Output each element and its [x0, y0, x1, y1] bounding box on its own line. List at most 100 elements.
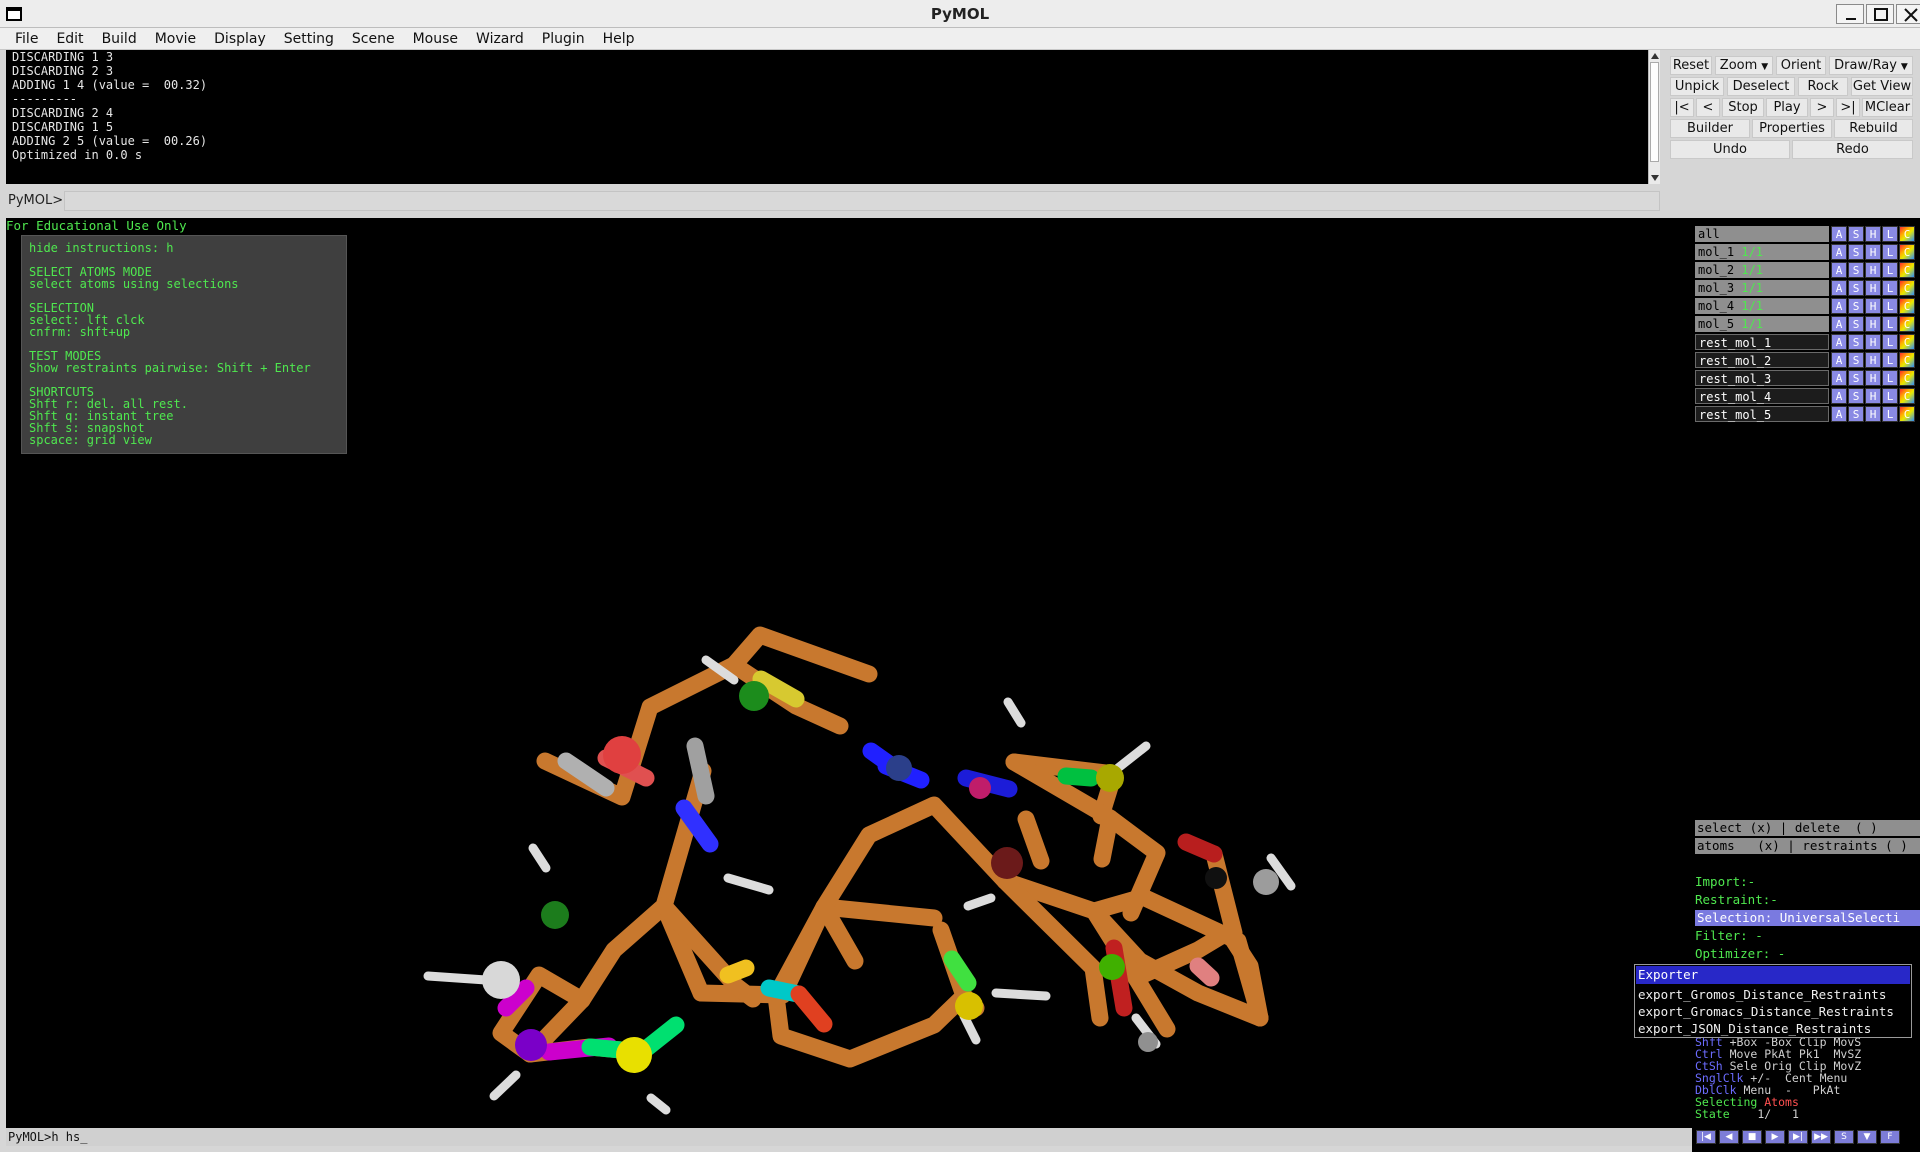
object-c-button[interactable]: C — [1899, 298, 1915, 314]
object-c-button[interactable]: C — [1899, 406, 1915, 422]
deselect-button[interactable]: Deselect — [1727, 77, 1795, 96]
first-frame-button[interactable]: |< — [1670, 98, 1694, 117]
object-l-button[interactable]: L — [1882, 280, 1898, 296]
object-name[interactable]: mol_1 1/1 — [1695, 244, 1829, 260]
object-row[interactable]: all A S H L C — [1695, 226, 1919, 242]
object-h-button[interactable]: H — [1865, 334, 1881, 350]
object-a-button[interactable]: A — [1831, 406, 1847, 422]
object-s-button[interactable]: S — [1848, 262, 1864, 278]
object-s-button[interactable]: S — [1848, 280, 1864, 296]
menu-file[interactable]: File — [6, 31, 47, 47]
object-name[interactable]: mol_4 1/1 — [1695, 298, 1829, 314]
object-c-button[interactable]: C — [1899, 316, 1915, 332]
object-h-button[interactable]: H — [1865, 406, 1881, 422]
object-name[interactable]: all — [1695, 226, 1829, 242]
object-c-button[interactable]: C — [1899, 244, 1915, 260]
menu-setting[interactable]: Setting — [275, 31, 343, 47]
close-button[interactable] — [1896, 4, 1920, 24]
object-h-button[interactable]: H — [1865, 244, 1881, 260]
next-frame-icon[interactable]: ▶| — [1788, 1130, 1808, 1144]
object-row[interactable]: mol_1 1/1 A S H L C — [1695, 244, 1919, 260]
first-frame-icon[interactable]: |◀ — [1696, 1130, 1716, 1144]
object-a-button[interactable]: A — [1831, 316, 1847, 332]
object-l-button[interactable]: L — [1882, 370, 1898, 386]
menu-plugin[interactable]: Plugin — [533, 31, 594, 47]
menu-build[interactable]: Build — [93, 31, 146, 47]
object-row[interactable]: mol_3 1/1 A S H L C — [1695, 280, 1919, 296]
menu-scene[interactable]: Scene — [343, 31, 404, 47]
wizard-restraint[interactable]: Restraint:- — [1695, 892, 1778, 907]
redo-button[interactable]: Redo — [1792, 140, 1913, 159]
menu-movie[interactable]: Movie — [146, 31, 205, 47]
object-name[interactable]: mol_5 1/1 — [1695, 316, 1829, 332]
object-c-button[interactable]: C — [1899, 388, 1915, 404]
object-name[interactable]: rest_mol_2 — [1695, 352, 1829, 368]
stop-icon[interactable]: ■ — [1742, 1130, 1762, 1144]
object-s-button[interactable]: S — [1848, 370, 1864, 386]
wizard-mode-row[interactable]: select (x) | delete ( ) — [1695, 820, 1920, 836]
object-a-button[interactable]: A — [1831, 262, 1847, 278]
reset-button[interactable]: Reset — [1670, 56, 1712, 75]
object-row[interactable]: rest_mol_4 A S H L C — [1695, 388, 1919, 404]
mclear-button[interactable]: MClear — [1862, 98, 1913, 117]
scrollbar-thumb[interactable] — [1650, 62, 1659, 162]
menu-display[interactable]: Display — [205, 31, 275, 47]
properties-button[interactable]: Properties — [1752, 119, 1832, 138]
bottom-command-line[interactable]: PyMOL>h hs_ — [6, 1128, 1692, 1146]
next-frame-button[interactable]: > — [1810, 98, 1834, 117]
object-name[interactable]: rest_mol_5 — [1695, 406, 1829, 422]
object-a-button[interactable]: A — [1831, 388, 1847, 404]
object-c-button[interactable]: C — [1899, 334, 1915, 350]
object-l-button[interactable]: L — [1882, 388, 1898, 404]
export-gromacs-item[interactable]: export_Gromacs_Distance_Restraints — [1638, 1004, 1894, 1019]
command-input[interactable] — [64, 191, 1660, 211]
object-s-button[interactable]: S — [1848, 352, 1864, 368]
object-name[interactable]: rest_mol_3 — [1695, 370, 1829, 386]
object-l-button[interactable]: L — [1882, 352, 1898, 368]
export-json-item[interactable]: export_JSON_Distance_Restraints — [1638, 1021, 1871, 1036]
object-h-button[interactable]: H — [1865, 388, 1881, 404]
object-h-button[interactable]: H — [1865, 262, 1881, 278]
play-icon[interactable]: ▶ — [1765, 1130, 1785, 1144]
fullscreen-icon[interactable]: F — [1880, 1130, 1900, 1144]
prev-frame-button[interactable]: < — [1696, 98, 1720, 117]
maximize-button[interactable] — [1866, 4, 1894, 24]
wizard-filter[interactable]: Filter: - — [1695, 928, 1763, 943]
menu-wizard[interactable]: Wizard — [467, 31, 533, 47]
object-s-button[interactable]: S — [1848, 406, 1864, 422]
orient-button[interactable]: Orient — [1776, 56, 1826, 75]
scroll-down-icon[interactable] — [1651, 175, 1659, 181]
menu-mouse[interactable]: Mouse — [404, 31, 467, 47]
object-a-button[interactable]: A — [1831, 244, 1847, 260]
scene-icon[interactable]: S — [1834, 1130, 1854, 1144]
object-a-button[interactable]: A — [1831, 226, 1847, 242]
wizard-import[interactable]: Import:- — [1695, 874, 1755, 889]
object-l-button[interactable]: L — [1882, 244, 1898, 260]
last-frame-button[interactable]: >| — [1836, 98, 1860, 117]
chevron-down-icon[interactable]: ▼ — [1857, 1130, 1877, 1144]
object-s-button[interactable]: S — [1848, 388, 1864, 404]
object-name[interactable]: rest_mol_4 — [1695, 388, 1829, 404]
object-a-button[interactable]: A — [1831, 370, 1847, 386]
rock-button[interactable]: Rock — [1798, 77, 1848, 96]
object-h-button[interactable]: H — [1865, 316, 1881, 332]
menu-help[interactable]: Help — [594, 31, 644, 47]
object-s-button[interactable]: S — [1848, 226, 1864, 242]
stop-button[interactable]: Stop — [1722, 98, 1764, 117]
object-l-button[interactable]: L — [1882, 334, 1898, 350]
draw-ray-button[interactable]: Draw/Ray ▼ — [1829, 56, 1913, 75]
object-row[interactable]: mol_4 1/1 A S H L C — [1695, 298, 1919, 314]
object-row[interactable]: rest_mol_3 A S H L C — [1695, 370, 1919, 386]
object-l-button[interactable]: L — [1882, 406, 1898, 422]
object-s-button[interactable]: S — [1848, 244, 1864, 260]
object-a-button[interactable]: A — [1831, 298, 1847, 314]
wizard-optimizer[interactable]: Optimizer: - — [1695, 946, 1785, 961]
object-row[interactable]: rest_mol_5 A S H L C — [1695, 406, 1919, 422]
object-c-button[interactable]: C — [1899, 262, 1915, 278]
object-s-button[interactable]: S — [1848, 316, 1864, 332]
object-l-button[interactable]: L — [1882, 262, 1898, 278]
rebuild-button[interactable]: Rebuild — [1834, 119, 1913, 138]
object-a-button[interactable]: A — [1831, 280, 1847, 296]
prev-frame-icon[interactable]: ◀ — [1719, 1130, 1739, 1144]
get-view-button[interactable]: Get View — [1851, 77, 1913, 96]
